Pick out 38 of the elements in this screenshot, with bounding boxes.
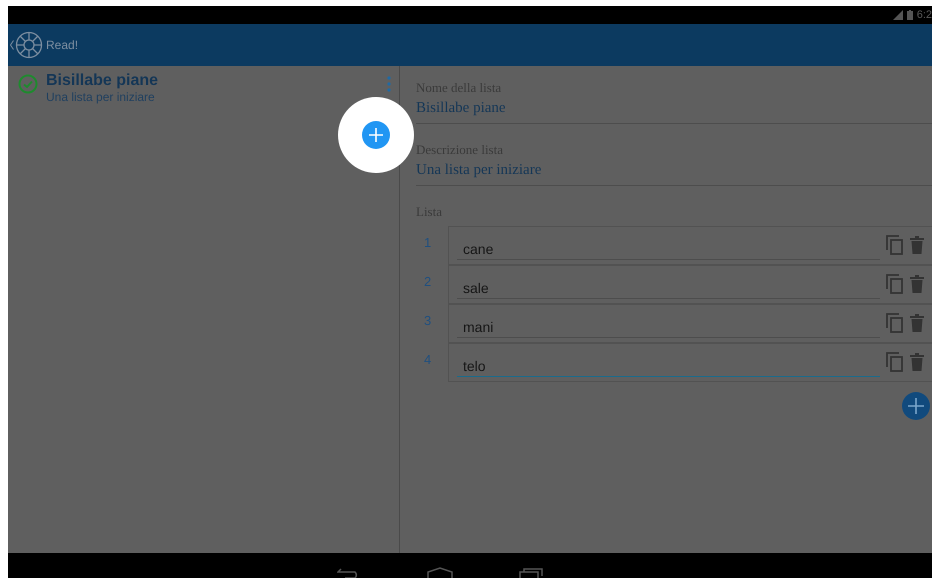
home-icon[interactable] xyxy=(427,567,453,578)
signal-icon xyxy=(892,10,903,20)
item-number: 3 xyxy=(424,312,432,328)
item-number: 4 xyxy=(424,351,432,367)
trash-icon[interactable] xyxy=(910,353,924,371)
recent-apps-icon[interactable] xyxy=(519,568,543,578)
copy-icon[interactable] xyxy=(886,313,904,333)
list-title[interactable]: Bisillabe piane xyxy=(46,72,379,90)
trash-icon[interactable] xyxy=(910,314,924,332)
wheel-logo-icon xyxy=(15,31,43,59)
item-row[interactable]: mani xyxy=(448,304,932,342)
back-caret-icon xyxy=(10,40,14,50)
list-subtitle: Una lista per iniziare xyxy=(46,90,156,104)
plus-icon xyxy=(908,398,924,414)
list-name-field[interactable]: Bisillabe piane xyxy=(416,96,932,124)
word-field[interactable]: cane xyxy=(457,234,880,260)
item-row[interactable]: sale xyxy=(448,264,932,304)
plus-icon xyxy=(369,128,383,142)
add-item-button[interactable] xyxy=(902,392,930,420)
copy-icon[interactable] xyxy=(886,274,904,294)
copy-icon[interactable] xyxy=(886,352,904,372)
clock-time: 6:2 xyxy=(916,9,932,21)
item-row[interactable]: cane xyxy=(448,226,932,264)
app-title: Read! xyxy=(46,38,78,52)
item-number: 1 xyxy=(424,234,432,250)
item-row[interactable]: telo xyxy=(448,342,932,382)
trash-icon[interactable] xyxy=(910,236,924,254)
overflow-menu-icon[interactable] xyxy=(387,76,391,92)
copy-icon[interactable] xyxy=(886,235,904,255)
description-field[interactable]: Una lista per iniziare xyxy=(416,158,932,186)
battery-icon xyxy=(906,10,913,20)
trash-icon[interactable] xyxy=(910,275,924,293)
word-field[interactable]: telo xyxy=(457,352,880,376)
back-home-button[interactable] xyxy=(10,31,43,59)
word-field[interactable]: sale xyxy=(457,274,880,298)
item-number: 2 xyxy=(424,273,432,289)
add-list-button[interactable] xyxy=(362,121,390,149)
word-field[interactable]: mani xyxy=(457,312,880,338)
